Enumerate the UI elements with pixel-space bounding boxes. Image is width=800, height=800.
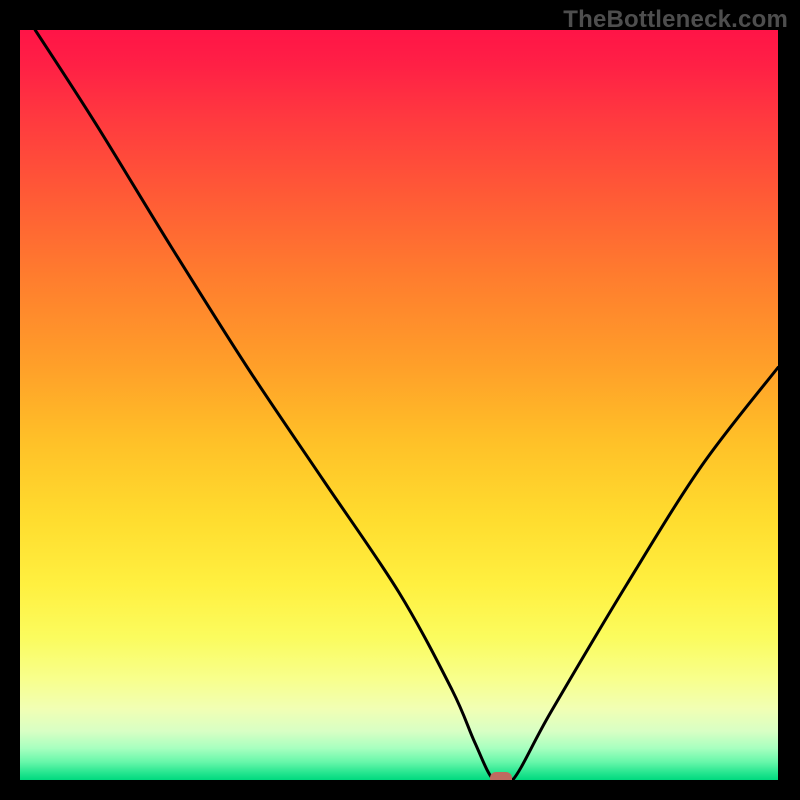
plot-svg	[20, 30, 778, 780]
optimum-marker	[490, 772, 512, 780]
chart-stage: TheBottleneck.com	[0, 0, 800, 800]
plot-area	[20, 30, 778, 780]
gradient-background	[20, 30, 778, 780]
